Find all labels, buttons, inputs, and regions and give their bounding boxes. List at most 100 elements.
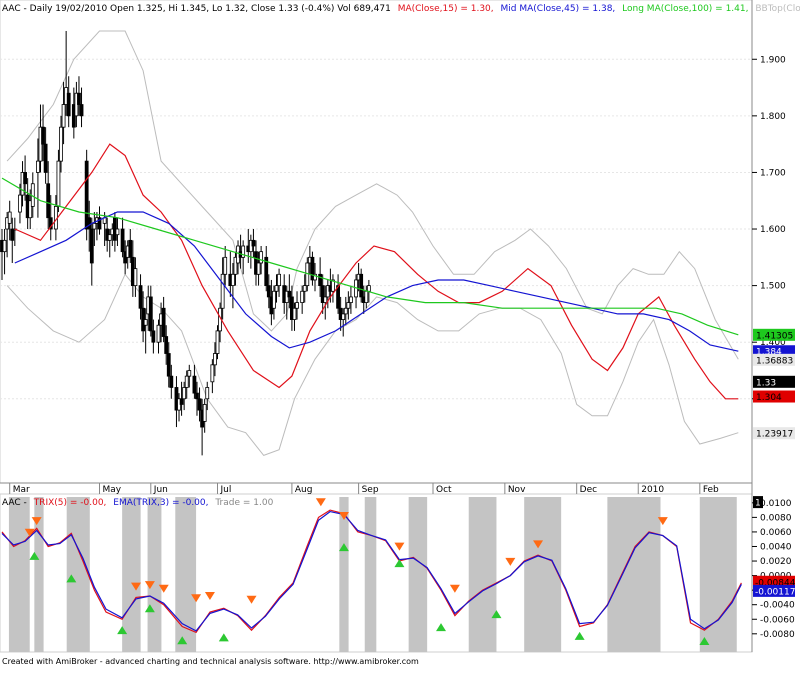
chart-canvas: 1.3001.4001.5001.6001.7001.8001.900 1.41… — [0, 0, 800, 653]
price-value-labels: 1.413051.3841.368831.331.3041.23917 — [753, 328, 795, 440]
candle-body — [46, 183, 51, 219]
candle-body — [210, 364, 215, 383]
time-x-axis: Mar May Jun Jul Aug Sep Oct Nov Dec 2010 Feb — [9, 483, 719, 495]
y-tick-label: 0.0060 — [760, 528, 792, 538]
value-label: 1.41305 — [756, 331, 793, 341]
candle-body — [318, 273, 323, 287]
y-tick-label: -0.0040 — [760, 601, 795, 611]
candle-body — [287, 290, 292, 298]
amibroker-chart: 1.3001.4001.5001.6001.7001.8001.900 1.41… — [0, 0, 800, 671]
value-label: 1.33 — [756, 378, 776, 388]
candle-body — [192, 375, 197, 394]
candle-body — [302, 285, 307, 292]
candle-body — [277, 273, 281, 287]
value-label: 1.304 — [756, 393, 782, 403]
x-tick-label: Oct — [436, 485, 452, 495]
candle-body — [2, 239, 7, 253]
trix-y-axis: 0.01000.00800.00600.00400.00200.0000-0.0… — [752, 499, 795, 640]
y-tick-label: 0.0100 — [760, 499, 792, 509]
trix-label: TRIX(5) = -0.00, — [33, 498, 107, 508]
candle-body — [107, 234, 112, 241]
y-tick-label: 0.0080 — [760, 513, 792, 523]
mid-ma-label: Mid MA(Close,45) = 1.38, — [501, 4, 616, 14]
candle-body — [349, 296, 353, 303]
candle-body — [23, 172, 27, 185]
trade-band — [524, 497, 562, 652]
candle-body — [59, 126, 63, 162]
candle-body — [292, 307, 297, 320]
candle-body — [36, 160, 40, 173]
x-tick-label: Dec — [580, 485, 597, 495]
candle-body — [187, 370, 192, 377]
candle-body — [195, 392, 199, 400]
candle-body — [323, 296, 328, 303]
candle-body — [7, 211, 12, 224]
y-tick-label: 1.500 — [760, 282, 786, 292]
candle-body — [151, 330, 156, 343]
value-label: -0.001172 — [755, 587, 800, 597]
candle-body — [77, 92, 81, 105]
candle-body — [92, 222, 97, 230]
candle-body — [166, 353, 171, 377]
candle-body — [79, 104, 84, 117]
candle-body — [230, 273, 235, 287]
candle-body — [87, 217, 92, 230]
candle-body — [220, 273, 225, 309]
y-tick-label: 0.0040 — [760, 542, 792, 552]
bbtop-label: BBTop(Close,15,2) = 1.37, — [755, 4, 800, 14]
trade-band — [468, 497, 497, 652]
candle-body — [133, 268, 138, 287]
x-tick-label: 2010 — [641, 485, 664, 495]
trade-band — [339, 497, 349, 652]
candle-body — [251, 239, 256, 247]
candle-body — [184, 375, 189, 388]
candle-body — [120, 228, 125, 253]
trix-prefix: AAC - — [2, 498, 27, 508]
candle-body — [18, 194, 22, 213]
candle-body — [164, 336, 169, 354]
trade-band — [147, 497, 162, 652]
candle-body — [359, 273, 364, 298]
candle-body — [295, 302, 299, 309]
candle-body — [272, 290, 276, 309]
candle-body — [202, 404, 207, 422]
candle-body — [182, 387, 187, 400]
candle-body — [161, 307, 166, 337]
ma15-label: MA(Close,15) = 1.30, — [398, 4, 494, 14]
candle-body — [215, 330, 220, 354]
candle-body — [197, 398, 202, 411]
candle-body — [128, 239, 133, 258]
x-tick-label: Mar — [13, 485, 30, 495]
x-tick-label: May — [102, 485, 121, 495]
candle-body — [205, 387, 210, 400]
candle-body — [341, 313, 346, 320]
candle-body — [66, 92, 71, 117]
candle-body — [274, 285, 279, 292]
candle-body — [56, 160, 61, 207]
x-tick-label: Aug — [295, 485, 313, 495]
ticker-info: AAC - Daily 19/02/2010 Open 1.325, Hi 1.… — [2, 4, 391, 14]
candle-body — [115, 228, 120, 236]
candle-body — [259, 251, 264, 264]
footer-credit: Created with AmiBroker - advanced charti… — [2, 657, 419, 666]
trade-label: Trade = 1.00 — [214, 498, 273, 508]
trade-band — [8, 497, 30, 652]
candle-body — [213, 353, 217, 366]
x-tick-label: Jul — [220, 485, 232, 495]
candle-body — [156, 324, 161, 343]
candle-body — [148, 296, 153, 332]
candle-body — [266, 285, 271, 298]
candle-body — [300, 290, 305, 303]
svg-text:AAC - Daily 19/02/2010 Open 1.: AAC - Daily 19/02/2010 Open 1.325, Hi 1.… — [2, 4, 800, 14]
y-tick-label: 1.900 — [760, 55, 786, 65]
ema-trix-label: EMA(TRIX,3) = -0.00, — [113, 498, 208, 508]
candle-body — [61, 104, 66, 128]
candle-body — [256, 262, 261, 275]
long-ma-label: Long MA(Close,100) = 1.41, — [622, 4, 748, 14]
y-tick-label: 0.0020 — [760, 557, 792, 567]
trade-band — [607, 497, 661, 652]
x-tick-label: Sep — [362, 485, 379, 495]
trade-band — [122, 497, 141, 652]
y-tick-label: 1.600 — [760, 225, 786, 235]
candle-body — [366, 285, 371, 292]
